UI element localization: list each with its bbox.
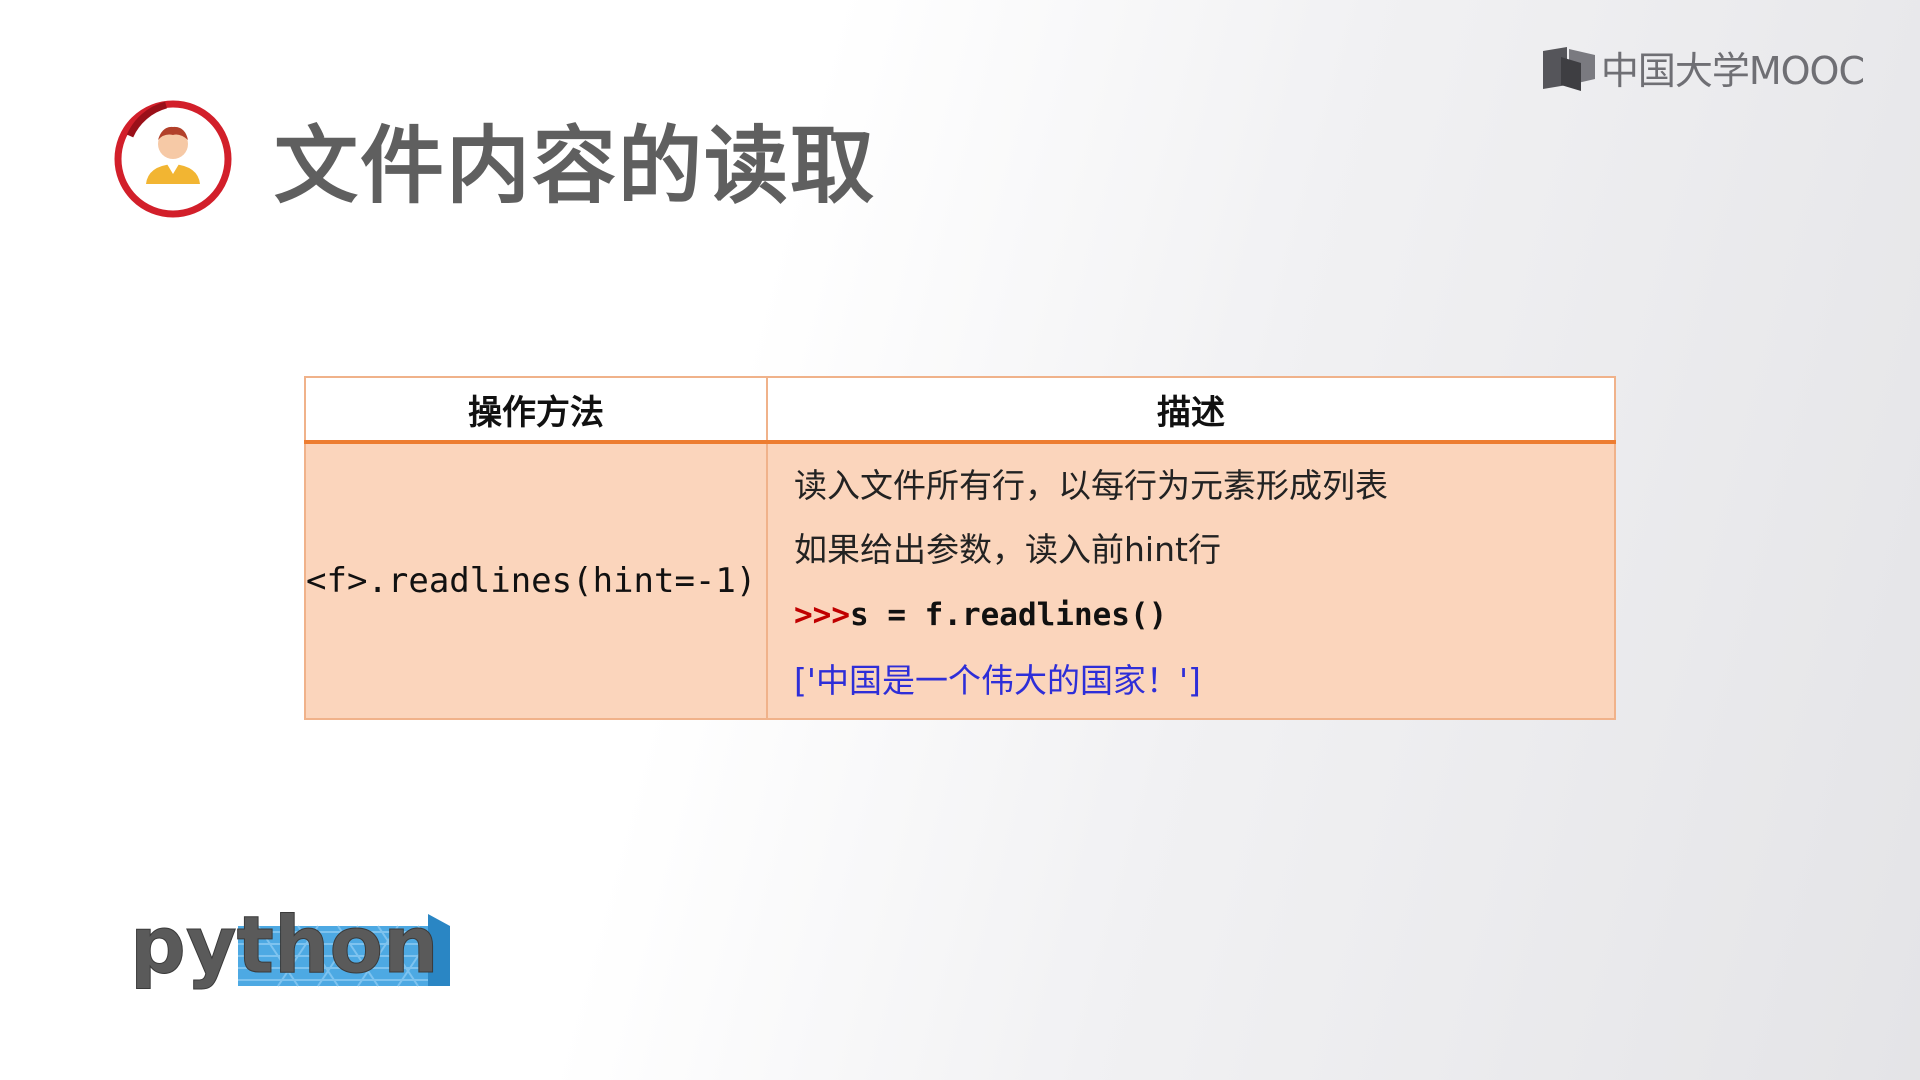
python-logo-text: python — [130, 901, 439, 991]
code-example: >>>s = f.readlines() — [794, 582, 1590, 648]
header-method: 操作方法 — [304, 377, 767, 444]
code-prompt: >>> — [794, 597, 850, 633]
description-line-1: 读入文件所有行，以每行为元素形成列表 — [794, 466, 1388, 505]
header-description: 描述 — [766, 377, 1615, 444]
brand-name: 中国大学MOOC — [1600, 49, 1865, 93]
table-row: <f>.readlines(hint=-1) 读入文件所有行，以每行为元素形成列… — [304, 442, 1615, 719]
description-line-2: 如果给出参数，读入前hint行 — [794, 530, 1221, 569]
description-cell: 读入文件所有行，以每行为元素形成列表 如果给出参数，读入前hint行 >>>s … — [766, 442, 1615, 719]
page-title: 文件内容的读取 — [274, 116, 877, 215]
person-avatar-icon — [114, 100, 232, 218]
book-logo-icon — [1542, 46, 1595, 91]
code-statement: s = f.readlines() — [850, 597, 1168, 633]
method-cell: <f>.readlines(hint=-1) — [304, 442, 767, 719]
method-table: 操作方法 描述 <f>.readlines(hint=-1) 读入文件所有行，以… — [304, 376, 1616, 720]
mooc-brand-logo: 中国大学MOOC — [1541, 40, 1865, 95]
slide-header: 文件内容的读取 — [112, 98, 876, 220]
table-header-row: 操作方法 描述 — [304, 377, 1615, 444]
code-output: ['中国是一个伟大的国家！'] — [794, 661, 1201, 700]
python-logo: python — [130, 901, 450, 992]
